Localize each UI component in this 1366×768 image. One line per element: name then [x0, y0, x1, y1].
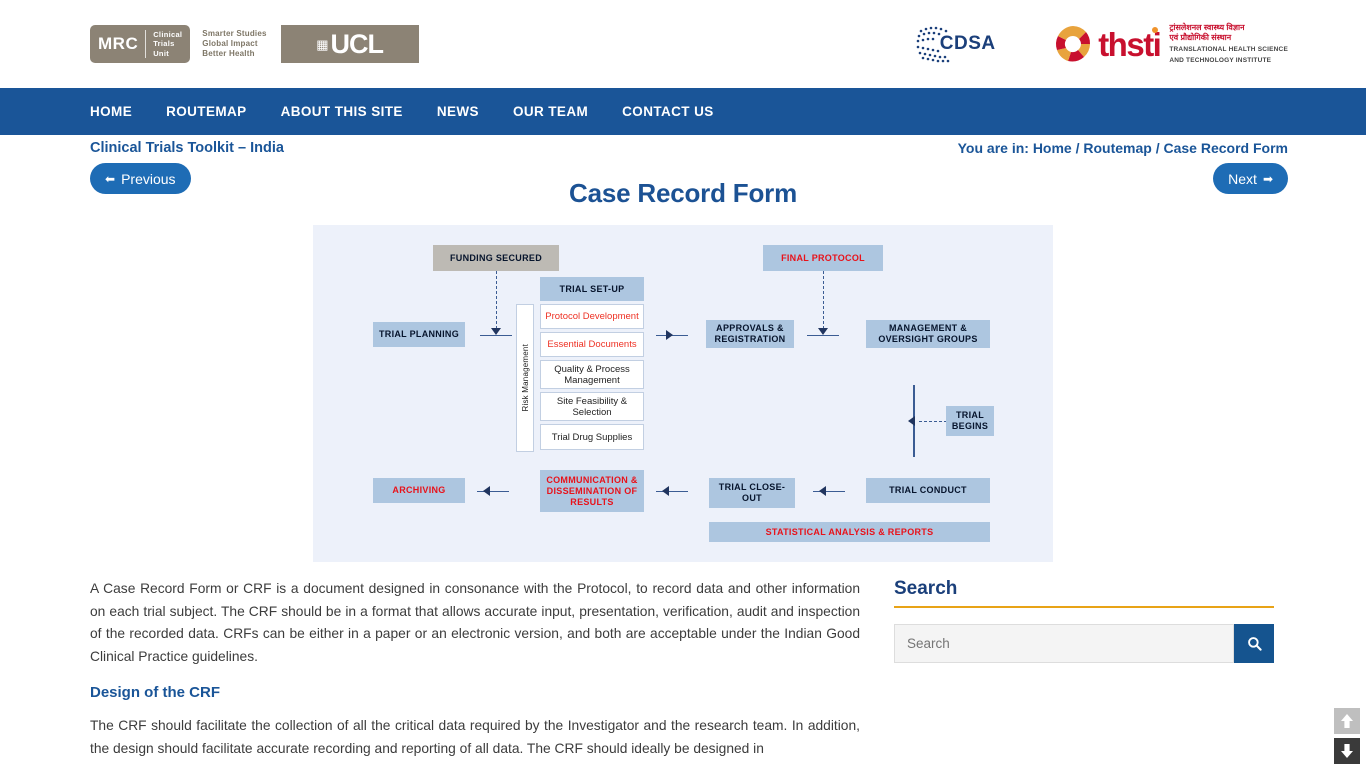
scroll-down-button[interactable] — [1334, 738, 1360, 764]
scroll-controls — [1334, 708, 1360, 764]
risk-management-label: Risk Management — [520, 344, 530, 412]
routemap-diagram: FUNDING SECURED FINAL PROTOCOL TRIAL PLA… — [313, 225, 1053, 562]
diagram-box-final-protocol[interactable]: FINAL PROTOCOL — [763, 245, 883, 271]
ucl-portico-icon: ▦ — [316, 36, 329, 52]
mrc-subline-0: Clinical — [153, 29, 183, 39]
crossline-funding — [480, 335, 512, 336]
diagram-box-quality-process-management[interactable]: Quality & Process Management — [540, 360, 644, 389]
dashed-line-final-protocol — [823, 271, 824, 329]
title-row: ⬅ Previous Case Record Form Next ➡ — [0, 163, 1366, 215]
mrc-tagline-1: Global Impact — [202, 39, 258, 48]
sidebar-column: Search — [894, 578, 1274, 768]
mrc-subline-2: Unit — [153, 48, 169, 58]
connector-closeout-to-comm — [656, 491, 688, 492]
connector-comm-to-archiving — [477, 491, 509, 492]
diagram-box-archiving[interactable]: ARCHIVING — [373, 478, 465, 503]
diagram-box-statistical-analysis-reports[interactable]: STATISTICAL ANALYSIS & REPORTS — [709, 522, 990, 542]
thsti-logo[interactable]: thsti ट्रांसलेशनल स्वास्थ्य विज्ञान एवं … — [1054, 23, 1288, 65]
search-heading-rule — [894, 606, 1274, 608]
diagram-box-site-feasibility-selection[interactable]: Site Feasibility & Selection — [540, 392, 644, 421]
diagram-box-approvals-registration[interactable]: APPROVALS & REGISTRATION — [706, 320, 794, 348]
thsti-name-block: ट्रांसलेशनल स्वास्थ्य विज्ञान एवं प्रौद्… — [1169, 23, 1288, 65]
mrc-acronym: MRC — [98, 34, 139, 53]
thsti-dot-icon — [1152, 26, 1159, 33]
search-form — [894, 624, 1274, 663]
arrow-up-icon — [1341, 714, 1353, 728]
ucl-logo[interactable]: ▦ UCL — [280, 25, 419, 63]
diagram-box-trial-set-up[interactable]: TRIAL SET-UP — [540, 277, 644, 301]
content-area: A Case Record Form or CRF is a document … — [0, 562, 1366, 768]
subheading-design-of-the-crf: Design of the CRF — [90, 684, 220, 701]
arrowhead-down-funding-icon — [491, 328, 501, 335]
arrowhead-right-approvals-icon — [666, 330, 673, 340]
next-button-label: Next — [1228, 170, 1257, 187]
diagram-box-trial-conduct[interactable]: TRIAL CONDUCT — [866, 478, 990, 503]
mrc-subline-1: Trials — [153, 39, 175, 49]
main-column: A Case Record Form or CRF is a document … — [90, 578, 860, 768]
partner-logos-left: MRC Clinical Trials Unit Smarter Studies… — [90, 24, 419, 64]
thsti-english-1: AND TECHNOLOGY INSTITUTE — [1169, 57, 1272, 64]
arrowhead-left-archiving-icon — [483, 486, 490, 496]
arrowhead-left-close-out-icon — [819, 486, 826, 496]
mrc-divider — [145, 30, 147, 58]
diagram-box-protocol-development[interactable]: Protocol Development — [540, 304, 644, 329]
sub-header-bar: Clinical Trials Toolkit – India You are … — [0, 135, 1366, 163]
search-submit-button[interactable] — [1234, 624, 1274, 663]
search-input[interactable] — [894, 624, 1234, 663]
thsti-wordmark: thsti — [1098, 25, 1162, 63]
connector-conduct-to-closeout — [813, 491, 845, 492]
arrowhead-left-trial-begins-icon — [908, 416, 915, 426]
paragraph-intro: A Case Record Form or CRF is a document … — [90, 581, 860, 664]
arrow-down-icon — [1341, 744, 1353, 758]
thsti-hindi-0: ट्रांसलेशनल स्वास्थ्य विज्ञान — [1169, 23, 1245, 32]
cdsa-wordmark: CDSA — [939, 33, 996, 54]
nav-item-routemap[interactable]: ROUTEMAP — [166, 104, 246, 119]
diagram-box-trial-close-out[interactable]: TRIAL CLOSE-OUT — [709, 478, 795, 508]
nav-item-news[interactable]: NEWS — [437, 104, 479, 119]
thsti-ring-icon — [1054, 25, 1092, 63]
diagram-box-communication-dissemination[interactable]: COMMUNICATION & DISSEMINATION OF RESULTS — [540, 470, 644, 512]
breadcrumb[interactable]: You are in: Home / Routemap / Case Recor… — [958, 140, 1288, 156]
diagram-box-funding-secured[interactable]: FUNDING SECURED — [433, 245, 559, 271]
mrc-tagline-2: Better Health — [202, 49, 255, 58]
diagram-box-trial-planning[interactable]: TRIAL PLANNING — [373, 322, 465, 347]
diagram-rail-risk-management[interactable]: Risk Management — [516, 304, 534, 452]
dashed-line-funding — [496, 271, 497, 329]
diagram-box-essential-documents[interactable]: Essential Documents — [540, 332, 644, 357]
thsti-english-0: TRANSLATIONAL HEALTH SCIENCE — [1169, 46, 1288, 53]
thsti-hindi-1: एवं प्रौद्योगिकी संस्थान — [1169, 33, 1232, 42]
main-navigation: HOME ROUTEMAP ABOUT THIS SITE NEWS OUR T… — [0, 88, 1366, 135]
nav-item-contact-us[interactable]: CONTACT US — [622, 104, 714, 119]
crossline-final-protocol — [807, 335, 839, 336]
mrc-sublines: Clinical Trials Unit — [153, 30, 182, 59]
scroll-up-button[interactable] — [1334, 708, 1360, 734]
mrc-tagline-0: Smarter Studies — [202, 29, 267, 38]
mrc-tagline: Smarter Studies Global Impact Better Hea… — [202, 29, 266, 59]
arrow-right-icon: ➡ — [1262, 171, 1273, 186]
mrc-ctu-logo[interactable]: MRC Clinical Trials Unit — [90, 25, 191, 63]
cdsa-logo[interactable]: CDSA — [915, 19, 1020, 69]
toolkit-title: Clinical Trials Toolkit – India — [90, 140, 284, 156]
arrowhead-down-final-protocol-icon — [818, 328, 828, 335]
diagram-box-trial-begins[interactable]: TRIAL BEGINS — [946, 406, 994, 436]
partner-logos-right: CDSA thsti ट्रांसलेशनल स्वास्थ्य विज्ञान… — [915, 18, 1288, 70]
next-button[interactable]: Next ➡ — [1213, 163, 1288, 194]
page-title: Case Record Form — [569, 178, 797, 209]
site-header: MRC Clinical Trials Unit Smarter Studies… — [0, 0, 1366, 88]
nav-item-about-this-site[interactable]: ABOUT THIS SITE — [281, 104, 403, 119]
search-icon — [1247, 637, 1262, 651]
search-heading: Search — [894, 578, 958, 599]
thsti-word-text: thsti — [1098, 25, 1162, 63]
paragraph-design: The CRF should facilitate the collection… — [90, 718, 860, 756]
diagram-box-trial-drug-supplies[interactable]: Trial Drug Supplies — [540, 424, 644, 450]
nav-item-home[interactable]: HOME — [90, 104, 132, 119]
ucl-wordmark: UCL — [330, 28, 384, 59]
diagram-box-management-oversight-groups[interactable]: MANAGEMENT & OVERSIGHT GROUPS — [866, 320, 990, 348]
nav-item-our-team[interactable]: OUR TEAM — [513, 104, 588, 119]
arrowhead-left-communication-icon — [662, 486, 669, 496]
